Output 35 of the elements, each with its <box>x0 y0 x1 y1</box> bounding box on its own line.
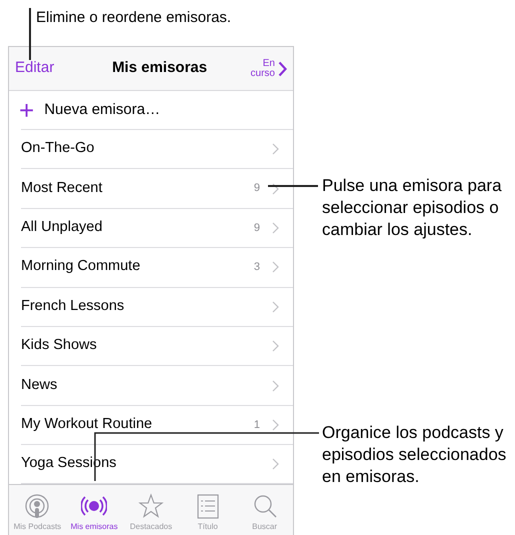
podcast-icon <box>24 493 50 519</box>
station-row[interactable]: Morning Commute 3 <box>21 247 293 287</box>
station-row[interactable]: On-The-Go <box>21 129 293 168</box>
now-playing-button[interactable]: En curso <box>242 58 287 78</box>
chevron-right-icon <box>272 380 279 392</box>
chevron-right-icon <box>272 458 279 470</box>
chevron-right-icon <box>272 182 279 195</box>
new-station-button[interactable]: + Nueva emisora… <box>19 98 160 122</box>
chevron-right-icon <box>278 60 287 76</box>
chevron-right-icon <box>272 300 279 313</box>
callout-text: Elimine o reordene emisoras. <box>36 8 232 28</box>
edit-button[interactable]: Editar <box>15 57 54 80</box>
list-icon <box>194 493 221 519</box>
episode-count: 1 <box>254 418 260 433</box>
episode-count: 9 <box>254 181 260 196</box>
tab-button[interactable]: Mis emisoras <box>66 484 123 535</box>
station-row[interactable]: All Unplayed 9 <box>21 208 293 248</box>
chevron-right-icon <box>272 418 279 431</box>
nav-title: Mis emisoras <box>112 58 208 78</box>
callout-text: Organice los podcasts y episodios seleccionados en emisoras. <box>322 422 508 488</box>
chevron-right-icon <box>272 261 279 274</box>
chevron-right-icon <box>272 222 279 234</box>
leader-line <box>268 185 318 186</box>
episode-count: 3 <box>254 260 260 276</box>
station-row[interactable]: French Lessons <box>21 286 293 326</box>
star-icon <box>138 493 164 519</box>
leader-line <box>29 8 30 60</box>
episode-count: 9 <box>254 220 260 236</box>
station-row[interactable]: News <box>21 365 293 405</box>
station-row[interactable]: Kids Shows <box>21 326 293 366</box>
callout-text: Pulse una emisora para seleccionar episodios o cambiar los ajustes. <box>322 175 503 241</box>
station-row[interactable]: My Workout Routine 1 <box>21 404 293 444</box>
chevron-right-icon <box>272 340 279 352</box>
chevron-right-icon <box>272 143 279 156</box>
search-icon <box>252 493 278 519</box>
